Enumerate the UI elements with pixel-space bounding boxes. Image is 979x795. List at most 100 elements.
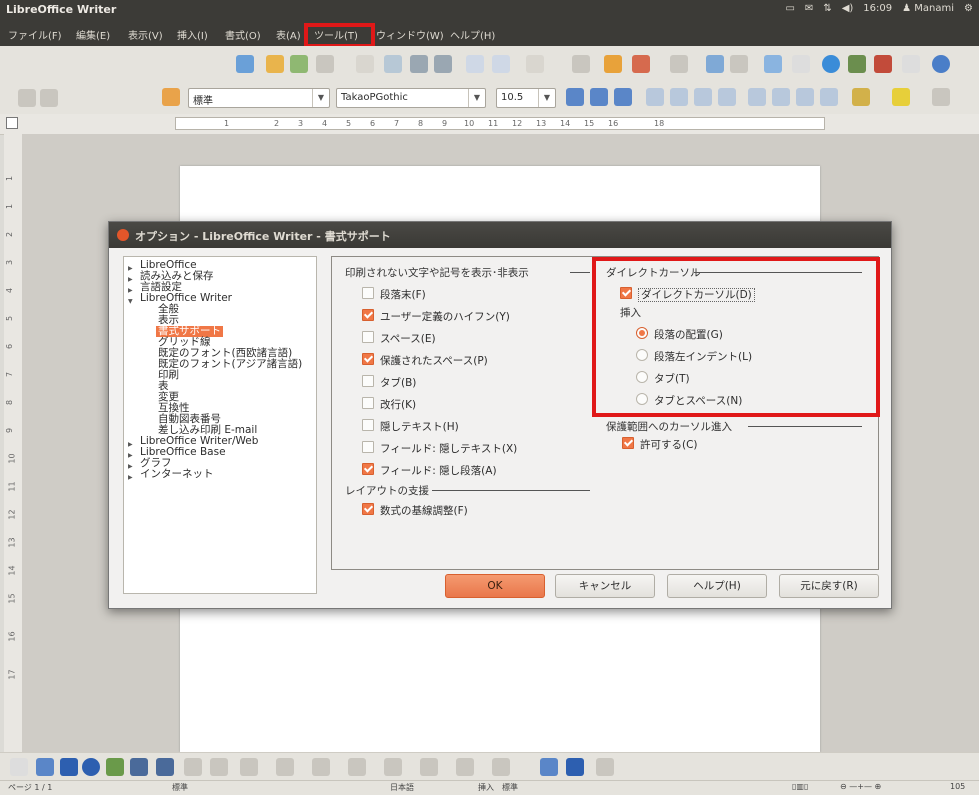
align-right-icon[interactable] — [694, 88, 712, 106]
zoom-slider[interactable]: ⊖ —+— ⊕ — [840, 782, 881, 791]
line-icon[interactable] — [36, 758, 54, 776]
checkbox-math-baseline[interactable]: 数式の基線調整(F) — [362, 503, 468, 518]
clone-formatting-icon[interactable] — [604, 55, 622, 73]
navigator-icon[interactable] — [822, 55, 840, 73]
help-icon[interactable] — [932, 55, 950, 73]
checkbox-hidden-text[interactable]: 隠しテキスト(H) — [362, 419, 459, 434]
menu-insert[interactable]: 挿入(I) — [177, 27, 208, 42]
menu-table[interactable]: 表(A) — [276, 27, 301, 42]
insert-mode[interactable]: 挿入 — [478, 782, 494, 793]
edit-file-icon[interactable] — [356, 55, 374, 73]
rectangle-icon[interactable] — [60, 758, 78, 776]
checkbox-allow-protected[interactable]: 許可する(C) — [622, 437, 698, 452]
tree-item-internet[interactable]: インターネット — [140, 469, 214, 480]
insert-image-icon[interactable] — [566, 758, 584, 776]
cancel-button[interactable]: キャンセル — [555, 574, 655, 598]
checkbox-fields-hidden-text[interactable]: フィールド: 隠しテキスト(X) — [362, 441, 517, 456]
decrease-indent-icon[interactable] — [796, 88, 814, 106]
basic-shapes-icon[interactable] — [184, 758, 202, 776]
network-icon[interactable]: ⇅ — [823, 3, 831, 14]
expand-arrow-icon[interactable]: ▶ — [128, 285, 133, 296]
collapse-arrow-icon[interactable]: ▼ — [128, 296, 133, 307]
clock[interactable]: 16:09 — [863, 3, 892, 14]
autospell-icon[interactable] — [492, 55, 510, 73]
checkbox-custom-hyphens[interactable]: ユーザー定義のハイフン(Y) — [362, 309, 510, 324]
reset-button[interactable]: 元に戻す(R) — [779, 574, 879, 598]
zoom-icon[interactable] — [902, 55, 920, 73]
print-icon[interactable] — [410, 55, 428, 73]
arrow-left-icon[interactable] — [18, 89, 36, 107]
view-layout-icon[interactable]: ▯▥▯ — [792, 782, 808, 791]
callouts-icon[interactable] — [312, 758, 330, 776]
numbering-icon[interactable] — [748, 88, 766, 106]
selection-mode[interactable]: 標準 — [502, 782, 518, 793]
dialog-titlebar[interactable]: オプション - LibreOffice Writer - 書式サポート — [109, 222, 891, 248]
checkbox-tabs[interactable]: タブ(B) — [362, 375, 416, 390]
expand-arrow-icon[interactable]: ▶ — [128, 263, 133, 274]
text-icon[interactable] — [130, 758, 148, 776]
menu-window[interactable]: ウィンドウ(W) — [376, 27, 444, 42]
expand-arrow-icon[interactable]: ▶ — [128, 461, 133, 472]
increase-indent-icon[interactable] — [820, 88, 838, 106]
ellipse-icon[interactable] — [82, 758, 100, 776]
checkbox-breaks[interactable]: 改行(K) — [362, 397, 416, 412]
polygon-icon[interactable] — [106, 758, 124, 776]
tree-item-writer[interactable]: LibreOffice Writer — [140, 293, 232, 304]
points-icon[interactable] — [384, 758, 402, 776]
save-icon[interactable] — [290, 55, 308, 73]
image-icon[interactable] — [764, 55, 782, 73]
callout-icon[interactable] — [156, 758, 174, 776]
menu-help[interactable]: ヘルプ(H) — [450, 27, 495, 42]
fontwork-icon[interactable] — [420, 758, 438, 776]
expand-arrow-icon[interactable]: ▶ — [128, 472, 133, 483]
menu-edit[interactable]: 編集(E) — [76, 27, 110, 42]
symbol-shapes-icon[interactable] — [210, 758, 228, 776]
expand-arrow-icon[interactable]: ▶ — [128, 274, 133, 285]
align-left-icon[interactable] — [646, 88, 664, 106]
block-arrows-icon[interactable] — [240, 758, 258, 776]
font-color-icon[interactable] — [852, 88, 870, 106]
keyboard-icon[interactable]: ▭ — [785, 3, 794, 14]
mail-icon[interactable]: ✉ — [805, 3, 813, 14]
underline-icon[interactable] — [614, 88, 632, 106]
checkbox-fields-hidden-paragraphs[interactable]: フィールド: 隠し段落(A) — [362, 463, 497, 478]
tab-type-icon[interactable] — [6, 117, 18, 129]
italic-icon[interactable] — [590, 88, 608, 106]
spellcheck-icon[interactable] — [466, 55, 484, 73]
table-icon[interactable] — [730, 55, 748, 73]
page-style[interactable]: 標準 — [172, 782, 188, 793]
font-size-select[interactable]: 10.5 ▼ — [496, 88, 556, 108]
open-folder-icon[interactable] — [266, 55, 284, 73]
font-name-select[interactable]: TakaoPGothic ▼ — [336, 88, 486, 108]
background-color-icon[interactable] — [932, 88, 950, 106]
horizontal-ruler[interactable]: 1 2 3 4 5 6 7 8 9 10 11 12 13 14 15 16 1… — [0, 114, 979, 135]
chart-icon[interactable] — [792, 55, 810, 73]
new-document-icon[interactable] — [236, 55, 254, 73]
language[interactable]: 日本語 — [390, 782, 414, 793]
vertical-ruler[interactable]: 1 1 2 3 4 5 6 7 8 9 10 11 12 13 14 15 16… — [4, 134, 23, 752]
paragraph-style-select[interactable]: 標準 ▼ — [188, 88, 330, 108]
justify-icon[interactable] — [718, 88, 736, 106]
tree-item-basic-fonts-asian[interactable]: 既定のフォント(アジア諸言語) — [158, 359, 302, 370]
redo-icon[interactable] — [670, 55, 688, 73]
expand-arrow-icon[interactable]: ▶ — [128, 439, 133, 450]
gear-icon[interactable]: ⚙ — [964, 3, 973, 14]
bullets-icon[interactable] — [772, 88, 790, 106]
menu-format[interactable]: 書式(O) — [225, 27, 261, 42]
text-box-icon[interactable] — [540, 758, 558, 776]
cut-icon[interactable] — [526, 55, 544, 73]
stars-icon[interactable] — [348, 758, 366, 776]
user-menu[interactable]: ♟ Manami — [902, 3, 954, 14]
arrow-right-icon[interactable] — [40, 89, 58, 107]
gallery-icon[interactable] — [848, 55, 866, 73]
select-arrow-icon[interactable] — [10, 758, 28, 776]
align-center-icon[interactable] — [670, 88, 688, 106]
ok-button[interactable]: OK — [445, 574, 545, 598]
bold-icon[interactable] — [566, 88, 584, 106]
from-file-icon[interactable] — [456, 758, 474, 776]
print-preview-icon[interactable] — [434, 55, 452, 73]
zoom-level[interactable]: 105 — [950, 782, 965, 791]
highlight-color-icon[interactable] — [892, 88, 910, 106]
close-icon[interactable] — [117, 229, 129, 241]
pdf-export-icon[interactable] — [384, 55, 402, 73]
